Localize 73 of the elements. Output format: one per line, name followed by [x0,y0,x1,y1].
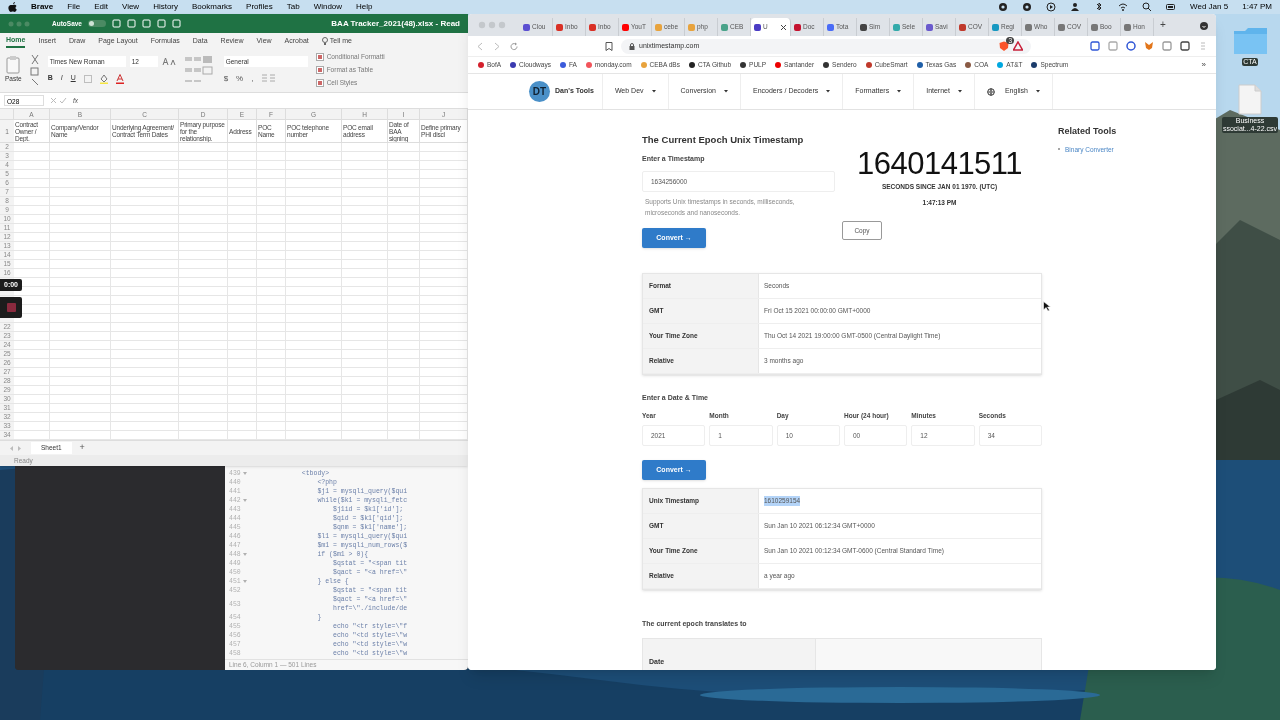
menu-icon [1198,41,1208,51]
window-controls-icon [478,21,506,29]
caret-icon [826,90,831,93]
window-controls-icon [8,20,30,27]
menu-item[interactable]: Profiles [246,1,273,13]
menu-item[interactable]: Edit [94,1,108,13]
lock-icon [629,42,635,50]
stop-recording-button[interactable] [0,297,22,318]
fox-icon [1144,41,1154,51]
app-menu[interactable]: Brave [31,1,54,13]
tab-search-icon [1200,22,1208,30]
wifi-icon [1118,2,1129,12]
page-heading: The Current Epoch Unix Timestamp [642,133,805,147]
back-icon [476,41,485,51]
shield-icon [999,41,1009,51]
number-format-button[interactable]: $ [223,72,229,85]
number-format-button[interactable]: % [236,72,244,85]
menu-item[interactable]: Tab [286,1,300,13]
add-sheet-button[interactable]: + [79,441,85,455]
clipboard-icon [5,56,22,75]
triangle-icon [1013,41,1023,51]
stop-icon [6,303,16,312]
search-icon [1142,2,1153,12]
new-tab-button[interactable]: + [1160,17,1166,32]
font-color-icon [115,73,124,84]
number-format-button[interactable]: , [251,72,254,85]
menu-item[interactable]: Bookmarks [192,1,233,13]
site-logo[interactable]: DT [529,81,550,102]
clipboard-tools-icon [29,54,40,86]
mouse-cursor-icon [1043,301,1051,312]
borders-icon [83,74,92,83]
menu-item[interactable]: View [121,1,140,13]
sheet-scroll-icon [8,444,23,452]
close-icon [780,23,787,31]
cancel-confirm-icon [50,97,67,104]
current-timestamp: 1640141511 [856,148,1023,179]
caret-icon [957,90,962,93]
fold-arrow-icon[interactable] [242,472,247,475]
related-tools-heading: Related Tools [1058,125,1117,138]
battery-icon [1166,2,1177,12]
fold-arrow-icon[interactable] [242,580,247,583]
menu-clock: 1:47 PM [1242,1,1272,13]
caret-icon [1035,90,1040,93]
styles-icon [315,66,324,74]
file-icon [1237,84,1263,115]
caret-icon [651,90,656,93]
window-title: BAA Tracker_2021(48).xlsx - Read [331,17,460,30]
caret-icon [723,90,728,93]
reload-icon [510,41,519,51]
menu-item[interactable]: Window [313,1,343,13]
caret-icon [897,90,902,93]
menu-date: Wed Jan 5 [1190,1,1229,13]
fold-arrow-icon[interactable] [242,553,247,556]
bookmark-icon [605,41,613,51]
alignment-icon [183,56,216,84]
apple-icon [8,2,17,12]
fill-color-icon [99,73,108,84]
forward-icon [493,41,502,51]
menu-item[interactable]: File [67,1,81,13]
font-size-icon [161,57,176,67]
globe-icon [986,87,995,96]
menu-item[interactable]: History [153,1,179,13]
fold-arrow-icon[interactable] [242,499,247,502]
styles-icon [315,78,324,87]
play-icon [1046,2,1057,12]
decimal-places-icon [261,72,277,82]
menu-item[interactable]: Help [356,1,373,13]
autosave-toggle[interactable] [88,20,106,27]
circle-icon [1126,41,1136,51]
lightbulb-icon [321,36,328,45]
more-bookmarks-button[interactable]: » [1201,59,1206,71]
person-icon [1070,2,1081,12]
styles-icon [315,53,324,62]
